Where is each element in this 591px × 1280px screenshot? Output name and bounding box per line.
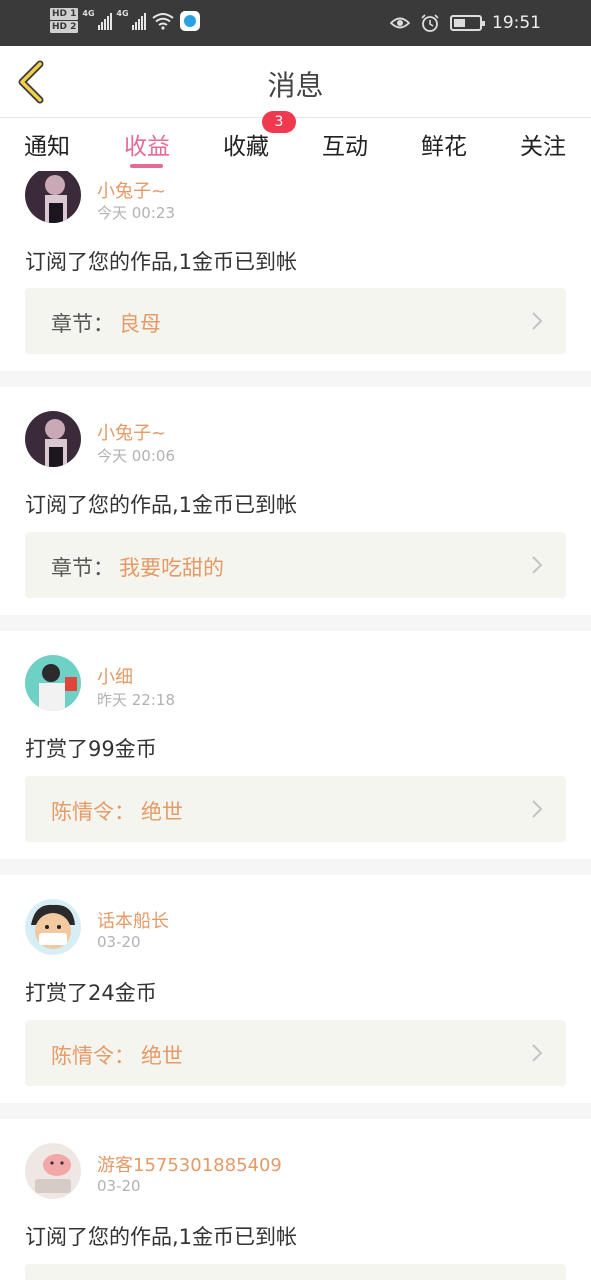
alarm-icon [421,14,439,32]
eye-icon [390,17,410,29]
message-time: 今天 00:06 [97,447,175,465]
nav-header: 消息 [0,46,591,118]
message-text: 打赏了24金币 [25,981,157,1005]
app-icon [180,10,201,31]
user-name[interactable]: 小兔子~ [97,419,166,445]
avatar[interactable] [25,1143,81,1199]
avatar[interactable] [25,655,81,711]
tab-flowers[interactable]: 鲜花 [404,127,484,161]
message-time: 今天 00:23 [97,204,175,222]
clock: 19:51 [492,13,541,33]
chevron-right-icon [532,1044,543,1062]
user-name[interactable]: 小细 [97,663,133,689]
message-text: 打赏了99金币 [25,737,157,761]
chevron-right-icon [532,800,543,818]
status-bar: HD 1 HD 2 4G 4G 19:51 [0,0,591,46]
link-label: 章节： [51,556,114,580]
message-time: 昨天 22:18 [97,691,175,709]
message-list[interactable]: 小兔子~ 今天 00:23 订阅了您的作品,1金币已到帐 章节： 良母 小兔子~… [0,171,591,1280]
message-card: 小细 昨天 22:18 打赏了99金币 陈情令： 绝世 [0,631,591,859]
link-label: 章节： [51,312,114,336]
active-tab-indicator [130,164,163,168]
divider [0,615,591,631]
link-value: 绝世 [141,800,183,824]
user-name[interactable]: 游客1575301885409 [97,1151,282,1177]
hd2-label: HD 2 [50,21,79,33]
signal-icon-1: 4G [82,8,113,30]
message-card: 小兔子~ 今天 00:23 订阅了您的作品,1金币已到帐 章节： 良母 [0,171,591,371]
message-text: 订阅了您的作品,1金币已到帐 [25,250,298,274]
network-type-1: 4G [82,8,95,18]
signal-icon-2: 4G [116,8,147,30]
link-value: 绝世 [141,1044,183,1068]
chapter-link[interactable]: 章节： 良母 [25,288,566,354]
message-text: 订阅了您的作品,1金币已到帐 [25,1225,298,1249]
favorites-badge: 3 [262,111,296,133]
page-title: 消息 [267,69,324,102]
avatar[interactable] [25,411,81,467]
message-card: 游客1575301885409 03-20 订阅了您的作品,1金币已到帐 [0,1119,591,1280]
avatar[interactable] [25,899,81,955]
hd1-label: HD 1 [50,8,79,20]
chevron-right-icon [532,556,543,574]
message-card: 小兔子~ 今天 00:06 订阅了您的作品,1金币已到帐 章节： 我要吃甜的 [0,387,591,615]
message-card: 话本船长 03-20 打赏了24金币 陈情令： 绝世 [0,875,591,1103]
chapter-link[interactable]: 章节： 我要吃甜的 [25,532,566,598]
divider [0,371,591,387]
user-name[interactable]: 小兔子~ [97,177,166,203]
battery-icon [450,15,485,31]
tab-interactions[interactable]: 互动 [305,127,385,161]
link-value: 良母 [119,312,161,336]
wifi-icon [152,12,175,30]
tab-notifications[interactable]: 通知 [7,127,87,161]
avatar[interactable] [25,171,81,223]
tab-earnings[interactable]: 收益 [107,127,187,161]
divider [0,1103,591,1119]
tab-bar: 通知 收益 收藏 3 互动 鲜花 关注 [0,111,591,171]
message-time: 03-20 [97,933,141,951]
tab-follows[interactable]: 关注 [503,127,583,161]
status-right: 19:51 [390,0,541,46]
chapter-link[interactable]: 陈情令： 绝世 [25,776,566,842]
user-name[interactable]: 话本船长 [97,907,169,933]
link-label: 陈情令： [51,800,135,824]
chapter-link[interactable]: 陈情令： 绝世 [25,1020,566,1086]
message-time: 03-20 [97,1177,141,1195]
chapter-link[interactable] [25,1264,566,1280]
hd-indicator: HD 1 HD 2 [50,8,79,33]
status-left: HD 1 HD 2 4G 4G [50,8,201,33]
message-text: 订阅了您的作品,1金币已到帐 [25,493,298,517]
link-label: 陈情令： [51,1044,135,1068]
divider [0,859,591,875]
network-type-2: 4G [116,8,129,18]
chevron-right-icon [532,312,543,330]
link-value: 我要吃甜的 [119,556,224,580]
